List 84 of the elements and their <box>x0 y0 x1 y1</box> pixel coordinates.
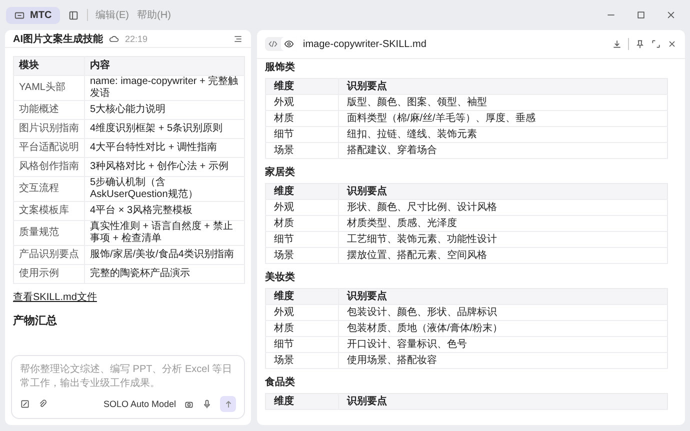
file-name: image-copywriter-SKILL.md <box>303 38 426 50</box>
table-cell: 5步确认机制（含AskUserQuestion规范） <box>84 176 244 202</box>
table-cell: 使用示例 <box>14 264 84 284</box>
table-cell: 完整的陶瓷杯产品演示 <box>84 264 244 284</box>
edit-icon[interactable] <box>20 399 30 409</box>
list-icon[interactable] <box>233 34 243 44</box>
table-cell: 形状、颜色、尺寸比例、设计风格 <box>338 200 668 216</box>
table-cell: 材质类型、质感、光泽度 <box>338 216 668 232</box>
chat-title: AI图片文案生成技能 <box>13 32 103 46</box>
table-cell: 场景 <box>266 142 338 158</box>
expand-icon[interactable] <box>651 39 661 49</box>
message-input[interactable]: 帮你整理论文综述、编写 PPT、分析 Excel 等日常工作，输出专业级工作成果。 SOLO Auto Model <box>11 355 245 419</box>
category-heading: 服饰类 <box>265 60 296 74</box>
table-cell: 图片识别指南 <box>14 120 84 138</box>
table-cell: 开口设计、容量标识、色号 <box>338 336 668 352</box>
close-icon[interactable] <box>667 39 677 49</box>
table-cell: 外观 <box>266 200 338 216</box>
table-cell: 包装材质、质地（液体/膏体/粉末） <box>338 320 668 336</box>
download-icon[interactable] <box>612 39 622 49</box>
table-header: 维度 <box>266 394 338 410</box>
cloud-icon[interactable] <box>109 34 119 44</box>
screen-icon[interactable] <box>14 10 25 20</box>
app-tab[interactable]: MTC <box>6 6 60 24</box>
table-cell: 功能概述 <box>14 100 84 120</box>
table-cell: 搭配建议、穿着场合 <box>338 142 668 158</box>
table-cell: 平台适配说明 <box>14 138 84 158</box>
table-header: 识别要点 <box>338 394 668 410</box>
table-cell: 材质 <box>266 320 338 336</box>
category-heading: 食品类 <box>265 376 296 389</box>
code-icon <box>268 39 278 49</box>
table-cell: 包装设计、颜色、形状、品牌标识 <box>338 304 668 320</box>
table-cell: 材质 <box>266 110 338 126</box>
category-heading: 美妆类 <box>265 270 296 284</box>
table-cell: 材质 <box>266 216 338 232</box>
table-cell: 摆放位置、搭配元素、空间风格 <box>338 248 668 264</box>
microphone-icon[interactable] <box>202 399 212 409</box>
table-cell: 外观 <box>266 304 338 320</box>
table-cell: 交互流程 <box>14 176 84 202</box>
table-cell: 细节 <box>266 232 338 248</box>
table-cell: 纽扣、拉链、缝线、装饰元素 <box>338 126 668 142</box>
table-cell: 4维度识别框架 + 5条识别原则 <box>84 120 244 138</box>
table-cell: 服饰/家居/美妆/食品4类识别指南 <box>84 246 244 264</box>
table-cell: 外观 <box>266 94 338 110</box>
table-cell: 工艺细节、装饰元素、功能性设计 <box>338 232 668 248</box>
close-icon[interactable] <box>666 10 676 20</box>
pin-icon[interactable] <box>635 39 645 49</box>
table-header: 识别要点 <box>338 184 668 200</box>
table-cell: 真实性准则 + 语言自然度 + 禁止事项 + 检查清单 <box>84 220 244 246</box>
table-cell: 版型、颜色、图案、领型、袖型 <box>338 94 668 110</box>
paperclip-icon[interactable] <box>38 399 48 409</box>
table-cell: 场景 <box>266 248 338 264</box>
table-cell: 4平台 × 3风格完整模板 <box>84 202 244 220</box>
table-cell: 使用场景、搭配妆容 <box>338 352 668 368</box>
layout-icon[interactable] <box>68 10 79 20</box>
table-cell: 面料类型（棉/麻/丝/羊毛等）、厚度、垂感 <box>338 110 668 126</box>
table-cell: 质量规范 <box>14 220 84 246</box>
send-button[interactable] <box>220 396 236 412</box>
eye-icon <box>284 39 294 49</box>
table-cell: 5大核心能力说明 <box>84 100 244 120</box>
table-header: 维度 <box>266 184 338 200</box>
table-header: 维度 <box>266 78 338 94</box>
table-header: 识别要点 <box>338 288 668 304</box>
table-header: 识别要点 <box>338 78 668 94</box>
table-cell: name: image-copywriter + 完整触发语 <box>84 76 244 100</box>
table-header: 内容 <box>84 56 244 76</box>
maximize-icon[interactable] <box>636 10 646 20</box>
model-selector[interactable]: SOLO Auto Model <box>103 399 176 409</box>
category-heading: 家居类 <box>265 165 296 179</box>
table-cell: 风格创作指南 <box>14 158 84 176</box>
table-header: 模块 <box>14 56 84 76</box>
table-cell: 细节 <box>266 126 338 142</box>
table-cell: 细节 <box>266 336 338 352</box>
table-cell: 3种风格对比 + 创作心法 + 示例 <box>84 158 244 176</box>
table-cell: 4大平台特性对比 + 调性指南 <box>84 138 244 158</box>
timestamp: 22:19 <box>125 34 148 44</box>
table-cell: 场景 <box>266 352 338 368</box>
table-cell: 文案模板库 <box>14 202 84 220</box>
table-header: 维度 <box>266 288 338 304</box>
table-cell: YAML头部 <box>14 76 84 100</box>
section-heading: 产物汇总 <box>13 314 58 328</box>
table-cell: 产品识别要点 <box>14 246 84 264</box>
arrow-up-icon <box>224 400 232 408</box>
camera-icon[interactable] <box>184 399 194 409</box>
skill-file-link[interactable]: 查看SKILL.md文件 <box>13 290 97 304</box>
